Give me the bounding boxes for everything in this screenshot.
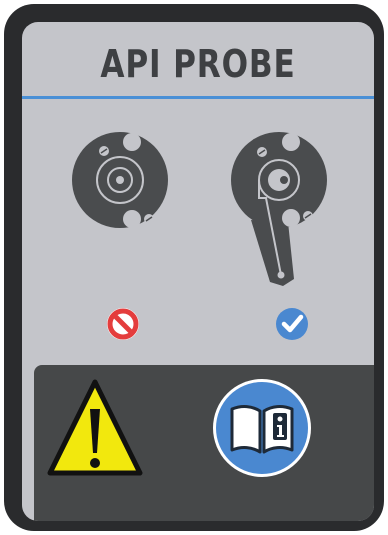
warning-graphics bbox=[47, 379, 311, 477]
probe-disc-icon bbox=[72, 132, 168, 228]
warning-triangle-icon bbox=[47, 379, 143, 476]
checkmark-icon bbox=[276, 308, 308, 340]
label-frame: API PROBE bbox=[4, 4, 384, 531]
probe-with-arm-icon bbox=[231, 132, 327, 286]
prohibited-icon bbox=[107, 308, 139, 340]
read-manual-icon bbox=[213, 379, 311, 477]
label-panel: API PROBE bbox=[22, 22, 374, 521]
lower-warning-band bbox=[34, 365, 374, 521]
